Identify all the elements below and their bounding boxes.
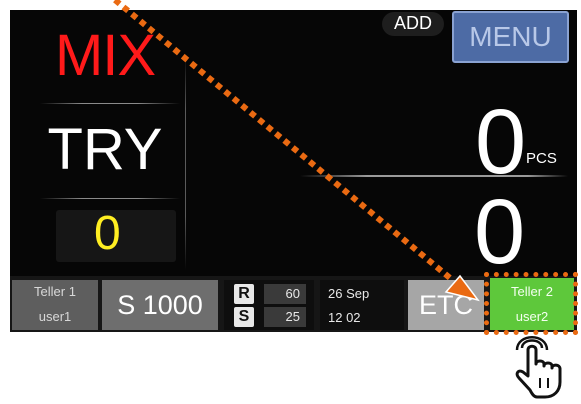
vertical-divider — [185, 55, 186, 270]
r-key: R — [234, 284, 254, 304]
r-value: 60 — [264, 284, 306, 304]
teller-1-button[interactable]: Teller 1 user1 — [12, 280, 98, 330]
mode-label: MIX — [54, 23, 156, 88]
etc-button[interactable]: ETC — [408, 280, 484, 330]
pieces-unit: PCS — [526, 150, 557, 167]
teller-1-user: user1 — [38, 309, 72, 324]
datetime-panel: 26 Sep 12 02 — [320, 280, 404, 330]
add-indicator: ADD — [382, 12, 444, 36]
divider — [40, 198, 180, 199]
s-value: 25 — [264, 307, 306, 327]
menu-button[interactable]: MENU — [452, 11, 569, 63]
teller-1-label: Teller 1 — [34, 284, 76, 299]
time-text: 12 02 — [328, 310, 361, 325]
s-key: S — [234, 307, 254, 327]
rs-panel: R 60 S 25 — [224, 280, 314, 330]
batch-count-value: 0 — [94, 207, 121, 260]
hand-pointer-icon — [515, 336, 562, 399]
date-text: 26 Sep — [328, 286, 370, 301]
counter-divider — [300, 175, 568, 177]
denomination-button[interactable]: S 1000 — [102, 280, 218, 330]
amount-total: 0 — [474, 181, 526, 283]
currency-label: TRY — [47, 117, 163, 182]
divider — [40, 103, 180, 104]
teller-2-user: user2 — [515, 309, 549, 324]
teller-2-label: Teller 2 — [511, 284, 553, 299]
teller-2-button[interactable]: Teller 2 user2 — [490, 278, 574, 330]
